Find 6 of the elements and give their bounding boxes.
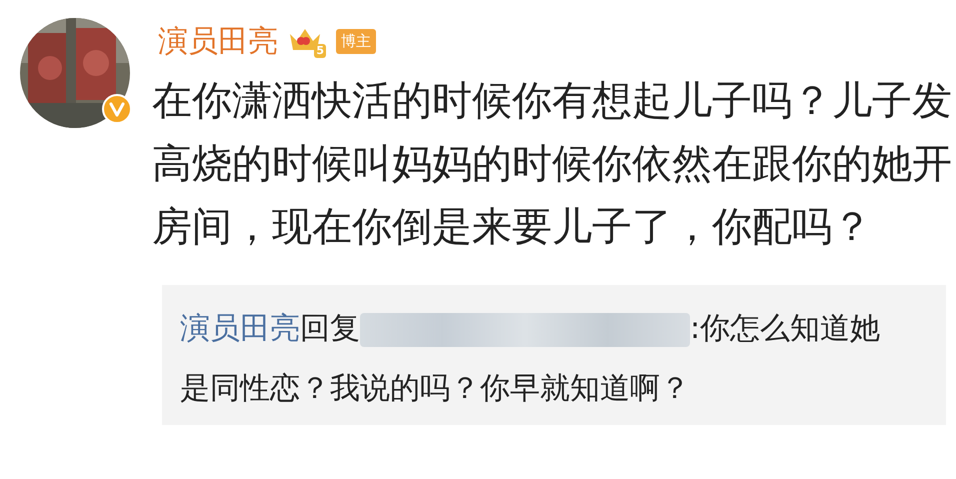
level-number: 5 [314,44,326,58]
post-text: 在你潇洒快活的时候你有想起儿子吗？儿子发高烧的时候叫妈妈的时候你依然在跟你的她开房间，现在你倒是来要儿子了，你配吗？ [152,77,952,252]
reply-author-link[interactable]: 演员田亮 [180,311,300,346]
blogger-tag: 博主 [336,28,376,54]
author-name[interactable]: 演员田亮 [158,20,278,62]
reply-text: 演员田亮回复 :你怎么知道她是同性恋？我说的吗？你早就知道啊？ [180,310,882,408]
